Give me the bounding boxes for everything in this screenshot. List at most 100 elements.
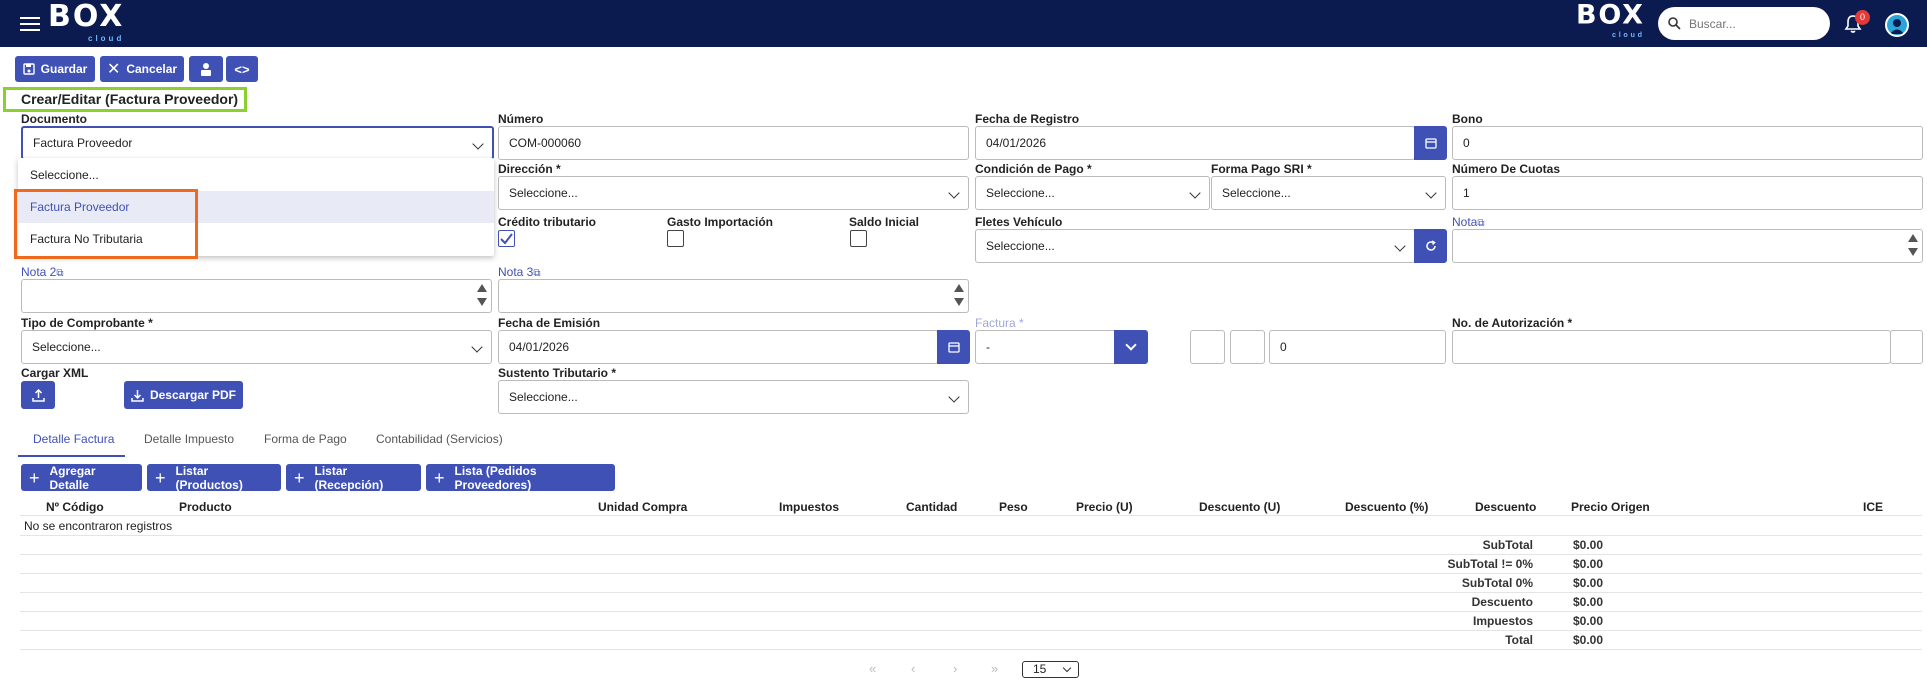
- bono-value: 0: [1463, 136, 1470, 150]
- tab-forma-de-pago[interactable]: Forma de Pago: [264, 432, 347, 446]
- copy-icon[interactable]: ⧉: [533, 268, 540, 279]
- page-size-select[interactable]: 15: [1022, 661, 1079, 678]
- factura-dropdown-button[interactable]: [1114, 330, 1148, 364]
- gasto-importacion-checkbox[interactable]: [667, 230, 684, 247]
- calendar-button[interactable]: [937, 330, 970, 364]
- nota2-field[interactable]: [21, 279, 492, 313]
- code-button[interactable]: <>: [226, 56, 258, 82]
- tab-contabilidad[interactable]: Contabilidad (Servicios): [376, 432, 503, 446]
- discount-total-label: Descuento: [1471, 595, 1533, 609]
- dropdown-option-seleccione[interactable]: Seleccione...: [18, 159, 494, 191]
- top-navbar: BOX cloud BOX cloud 0: [0, 0, 1927, 47]
- column-header-descuento: Descuento: [1475, 500, 1537, 514]
- next-page-icon[interactable]: ›: [953, 661, 957, 676]
- discount-total-value: $0.00: [1573, 595, 1604, 609]
- fecha-registro-field[interactable]: 04/01/2026: [975, 126, 1415, 160]
- sustento-tributario-value: Seleccione...: [509, 390, 578, 404]
- nota3-label: Nota 3⧉: [498, 265, 541, 279]
- list-products-button[interactable]: + Listar (Productos): [147, 463, 281, 492]
- credito-tributario-checkbox[interactable]: [498, 230, 515, 247]
- audit-button[interactable]: [189, 56, 223, 82]
- calendar-button[interactable]: [1414, 126, 1447, 160]
- tipo-comprobante-select[interactable]: Seleccione...: [21, 330, 492, 364]
- fecha-emision-field[interactable]: 04/01/2026: [498, 330, 938, 364]
- chevron-down-icon: [471, 341, 483, 353]
- saldo-inicial-checkbox[interactable]: [850, 230, 867, 247]
- column-header-peso: Peso: [999, 500, 1028, 514]
- list-supplier-orders-label: Lista (Pedidos Proveedores): [454, 463, 537, 492]
- user-avatar-icon[interactable]: [1885, 13, 1909, 37]
- grand-total-label: Total: [1505, 633, 1533, 647]
- app-logo: BOX cloud: [48, 0, 125, 43]
- fletes-vehiculo-label: Fletes Vehículo: [975, 215, 1063, 229]
- fecha-registro-value: 04/01/2026: [986, 136, 1047, 150]
- refresh-icon: [1425, 240, 1436, 251]
- nota-field[interactable]: [1452, 229, 1923, 263]
- chevron-down-icon: [1394, 240, 1406, 252]
- user-lock-icon: [201, 63, 211, 76]
- menu-icon[interactable]: [20, 17, 40, 31]
- factura-establecimiento-field[interactable]: [1190, 330, 1225, 364]
- condicion-pago-select[interactable]: Seleccione...: [975, 176, 1210, 210]
- divider: [20, 554, 1922, 555]
- spinner-icon[interactable]: [954, 284, 964, 312]
- spinner-icon[interactable]: [1908, 234, 1918, 262]
- highlight-box: [14, 189, 198, 259]
- column-header-unidad-compra: Unidad Compra: [598, 500, 688, 514]
- search-input[interactable]: [1689, 16, 1819, 31]
- factura-secuencial-field[interactable]: 0: [1269, 330, 1446, 364]
- download-icon: [131, 389, 144, 402]
- spinner-icon[interactable]: [477, 284, 487, 312]
- sustento-tributario-label: Sustento Tributario *: [498, 366, 617, 380]
- first-page-icon[interactable]: «: [869, 661, 876, 676]
- direccion-select[interactable]: Seleccione...: [498, 176, 969, 210]
- refresh-button[interactable]: [1414, 229, 1447, 263]
- taxes-total-value: $0.00: [1573, 614, 1604, 628]
- tab-detalle-factura[interactable]: Detalle Factura: [33, 432, 114, 446]
- download-pdf-button[interactable]: Descargar PDF: [124, 381, 243, 409]
- fecha-registro-label: Fecha de Registro: [975, 112, 1080, 126]
- previous-page-icon[interactable]: ‹: [911, 661, 915, 676]
- condicion-pago-label: Condición de Pago *: [975, 162, 1092, 176]
- plus-icon: +: [155, 467, 166, 488]
- copy-icon[interactable]: ⧉: [1477, 218, 1484, 229]
- save-button[interactable]: Guardar: [15, 56, 95, 82]
- last-page-icon[interactable]: »: [991, 661, 998, 676]
- column-header-ice: ICE: [1863, 500, 1884, 514]
- chevron-down-icon: [1062, 663, 1072, 673]
- list-supplier-orders-button[interactable]: + Lista (Pedidos Proveedores): [426, 463, 615, 492]
- cargar-xml-label: Cargar XML: [21, 366, 89, 380]
- forma-pago-sri-select[interactable]: Seleccione...: [1211, 176, 1446, 210]
- column-header-descuento-u: Descuento (U): [1199, 500, 1281, 514]
- divider: [20, 573, 1922, 574]
- grand-total-value: $0.00: [1573, 633, 1604, 647]
- no-autorizacion-field[interactable]: [1452, 330, 1891, 364]
- bono-field[interactable]: 0: [1452, 126, 1923, 160]
- add-detail-button[interactable]: + Agregar Detalle: [21, 464, 142, 492]
- fecha-emision-label: Fecha de Emisión: [498, 316, 601, 330]
- search-box[interactable]: [1658, 7, 1830, 40]
- numero-cuotas-field[interactable]: 1: [1452, 176, 1923, 210]
- chevron-down-icon: [472, 138, 484, 150]
- no-autorizacion-addon[interactable]: [1890, 330, 1923, 364]
- upload-xml-button[interactable]: [21, 381, 55, 409]
- list-products-label: Listar (Productos): [175, 463, 243, 492]
- documento-select[interactable]: Factura Proveedor: [21, 126, 494, 160]
- calendar-icon: [1424, 138, 1437, 149]
- column-header-cantidad: Cantidad: [906, 500, 958, 514]
- tab-detalle-impuesto[interactable]: Detalle Impuesto: [144, 432, 234, 446]
- cancel-button[interactable]: ✕ Cancelar: [100, 56, 184, 82]
- factura-series-select[interactable]: -: [975, 330, 1115, 364]
- column-header-descuento-pct: Descuento (%): [1345, 500, 1429, 514]
- sustento-tributario-select[interactable]: Seleccione...: [498, 380, 969, 414]
- nota3-field[interactable]: [498, 279, 969, 313]
- documento-value: Factura Proveedor: [33, 136, 133, 150]
- factura-punto-emision-field[interactable]: [1230, 330, 1265, 364]
- divider: [20, 630, 1922, 631]
- numero-field[interactable]: COM-000060: [498, 126, 969, 160]
- copy-icon[interactable]: ⧉: [56, 268, 63, 279]
- list-reception-button[interactable]: + Listar (Recepción): [286, 464, 421, 492]
- subtotal-nonzero-label: SubTotal != 0%: [1447, 557, 1533, 571]
- chevron-down-icon: [1425, 187, 1437, 199]
- fletes-vehiculo-select[interactable]: Seleccione...: [975, 229, 1415, 263]
